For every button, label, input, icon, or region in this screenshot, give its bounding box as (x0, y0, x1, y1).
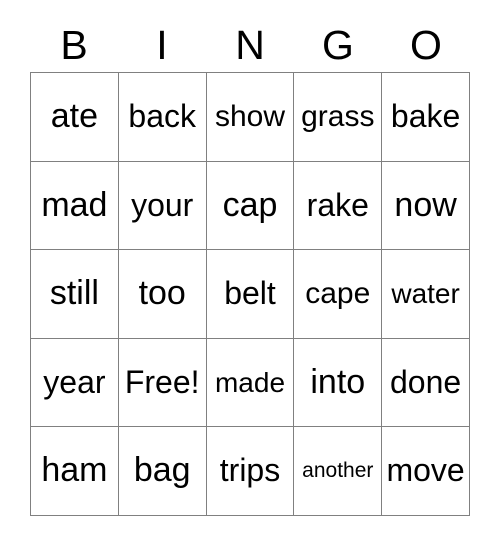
bingo-cell-o1[interactable]: bake (382, 73, 470, 162)
bingo-cell-label: another (302, 459, 374, 483)
bingo-cell-n1[interactable]: show (206, 73, 295, 162)
bingo-cell-b4[interactable]: year (31, 338, 119, 428)
bingo-card: B I N G O ate back show grass bake mad y… (0, 0, 500, 544)
bingo-cell-g5[interactable]: another (294, 427, 383, 516)
header-letter-o: O (410, 22, 442, 68)
bingo-cell-i3[interactable]: too (118, 250, 207, 339)
bingo-cell-label: water (391, 278, 460, 310)
bingo-cell-o3[interactable]: water (382, 250, 470, 339)
bingo-cell-label: now (394, 185, 457, 224)
bingo-cell-b2[interactable]: mad (31, 161, 119, 251)
bingo-cell-label: year (43, 363, 106, 400)
bingo-cell-n5[interactable]: trips (206, 427, 295, 516)
bingo-cell-n3[interactable]: belt (206, 250, 295, 339)
bingo-cell-o5[interactable]: move (382, 427, 470, 516)
free-space-label: Free! (124, 363, 200, 400)
bingo-cell-free-space[interactable]: Free! (118, 338, 207, 428)
bingo-cell-label: still (49, 274, 99, 313)
bingo-header: B I N G O (30, 12, 470, 68)
bingo-cell-n2[interactable]: cap (206, 161, 295, 251)
bingo-cell-label: ham (41, 451, 108, 490)
bingo-cell-label: too (138, 274, 186, 313)
bingo-cell-label: bag (133, 451, 191, 490)
bingo-cell-label: ate (50, 96, 99, 135)
bingo-cell-label: move (386, 452, 465, 489)
bingo-cell-label: belt (224, 275, 276, 312)
bingo-cell-label: back (128, 98, 196, 134)
bingo-cell-label: your (131, 186, 194, 223)
bingo-cell-n4[interactable]: made (206, 338, 295, 428)
header-letter-i: I (156, 22, 168, 68)
bingo-cell-label: cape (305, 277, 371, 311)
bingo-cell-label: trips (219, 452, 281, 489)
bingo-cell-label: cap (222, 185, 278, 224)
bingo-cell-label: bake (390, 98, 461, 134)
bingo-cell-i2[interactable]: your (118, 161, 207, 251)
bingo-cell-label: mad (41, 185, 108, 224)
bingo-cell-g3[interactable]: cape (294, 250, 383, 339)
bingo-cell-label: made (214, 366, 286, 398)
bingo-cell-i5[interactable]: bag (118, 427, 207, 516)
bingo-cell-label: into (310, 362, 366, 401)
header-letter-g: G (322, 22, 354, 68)
bingo-cell-g1[interactable]: grass (294, 73, 383, 162)
header-letter-b: B (60, 22, 88, 68)
bingo-cell-label: rake (306, 186, 369, 223)
header-letter-n: N (235, 22, 265, 68)
bingo-cell-g4[interactable]: into (294, 338, 383, 428)
bingo-cell-label: show (214, 100, 286, 134)
bingo-cell-i1[interactable]: back (118, 73, 207, 162)
bingo-grid: ate back show grass bake mad your cap ra… (30, 72, 470, 516)
bingo-cell-label: grass (301, 100, 375, 134)
bingo-cell-b3[interactable]: still (31, 250, 119, 339)
bingo-cell-b5[interactable]: ham (31, 427, 119, 516)
bingo-cell-label: done (390, 363, 462, 400)
bingo-cell-b1[interactable]: ate (31, 73, 119, 162)
bingo-cell-o4[interactable]: done (382, 338, 470, 428)
bingo-cell-g2[interactable]: rake (294, 161, 383, 251)
bingo-cell-o2[interactable]: now (382, 161, 470, 251)
